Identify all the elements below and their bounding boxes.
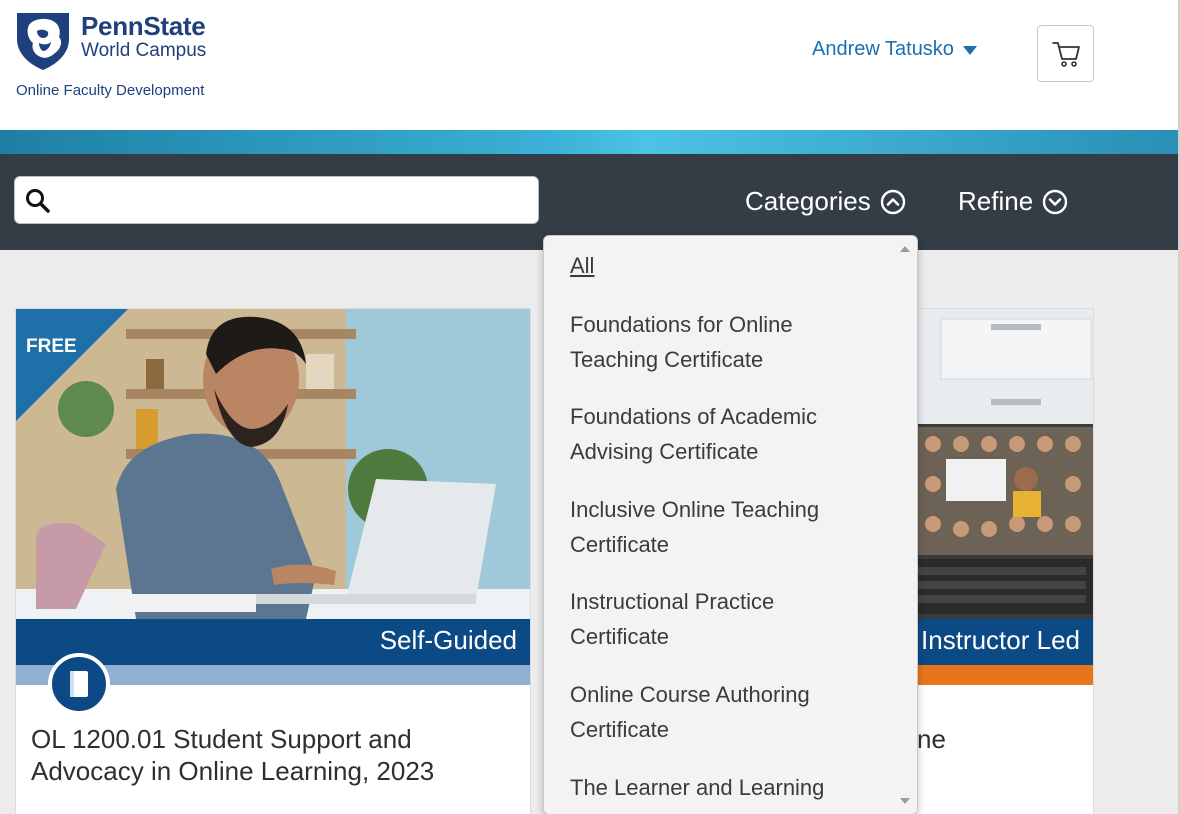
categories-dropdown[interactable]: All Foundations for Online Teaching Cert… [543, 235, 918, 814]
course-photo: FREE [16, 309, 530, 619]
nittany-lion-shield-icon [17, 13, 69, 70]
cart-button[interactable] [1037, 25, 1094, 82]
shopping-cart-icon [1051, 41, 1080, 67]
search-icon [26, 189, 50, 213]
course-type-badge [48, 653, 110, 715]
category-option[interactable]: Foundations of Academic Advising Certifi… [570, 400, 870, 469]
category-option-all[interactable]: All [570, 249, 870, 284]
format-label: Instructor Led [921, 625, 1080, 655]
refine-button[interactable]: Refine [958, 186, 1068, 217]
scroll-up-arrow-icon[interactable] [900, 246, 910, 252]
category-option[interactable]: Inclusive Online Teaching Certificate [570, 493, 870, 562]
free-label: FREE [26, 336, 77, 357]
user-menu-button[interactable]: Andrew Tatusko [812, 38, 977, 61]
search-input[interactable] [61, 185, 531, 217]
caret-down-icon [962, 46, 977, 55]
brand-name: PennState [81, 11, 206, 41]
free-ribbon [16, 309, 128, 421]
category-option[interactable]: Instructional Practice Certificate [570, 585, 870, 654]
course-card[interactable]: FREE Self-Guided OL 1200.01 Student Supp… [15, 308, 531, 814]
chevron-up-circle-icon [880, 189, 905, 214]
category-option[interactable]: Online Course Authoring Certificate [570, 678, 870, 747]
refine-label: Refine [958, 186, 1034, 216]
user-name: Andrew Tatusko [812, 38, 954, 60]
categories-button[interactable]: Categories [745, 186, 906, 217]
pennstate-logo[interactable]: PennState World Campus Online Faculty De… [15, 11, 235, 106]
brand-subname: World Campus [81, 40, 207, 61]
brand-tagline: Online Faculty Development [16, 82, 205, 99]
search-box[interactable] [14, 176, 539, 224]
book-icon [70, 671, 88, 697]
scroll-down-arrow-icon[interactable] [900, 798, 910, 804]
format-label: Self-Guided [379, 625, 517, 655]
page: PennState World Campus Online Faculty De… [0, 0, 1180, 814]
chevron-down-circle-icon [1042, 189, 1068, 214]
course-title[interactable]: nline [891, 723, 1093, 755]
category-option[interactable]: Foundations for Online Teaching Certific… [570, 308, 870, 377]
category-option[interactable]: The Learner and Learning [570, 771, 870, 806]
categories-label: Categories [745, 186, 871, 216]
decorative-gradient-stripe [0, 130, 1178, 154]
course-title[interactable]: OL 1200.01 Student Support and Advocacy … [31, 723, 491, 787]
site-header: PennState World Campus Online Faculty De… [0, 0, 1178, 130]
